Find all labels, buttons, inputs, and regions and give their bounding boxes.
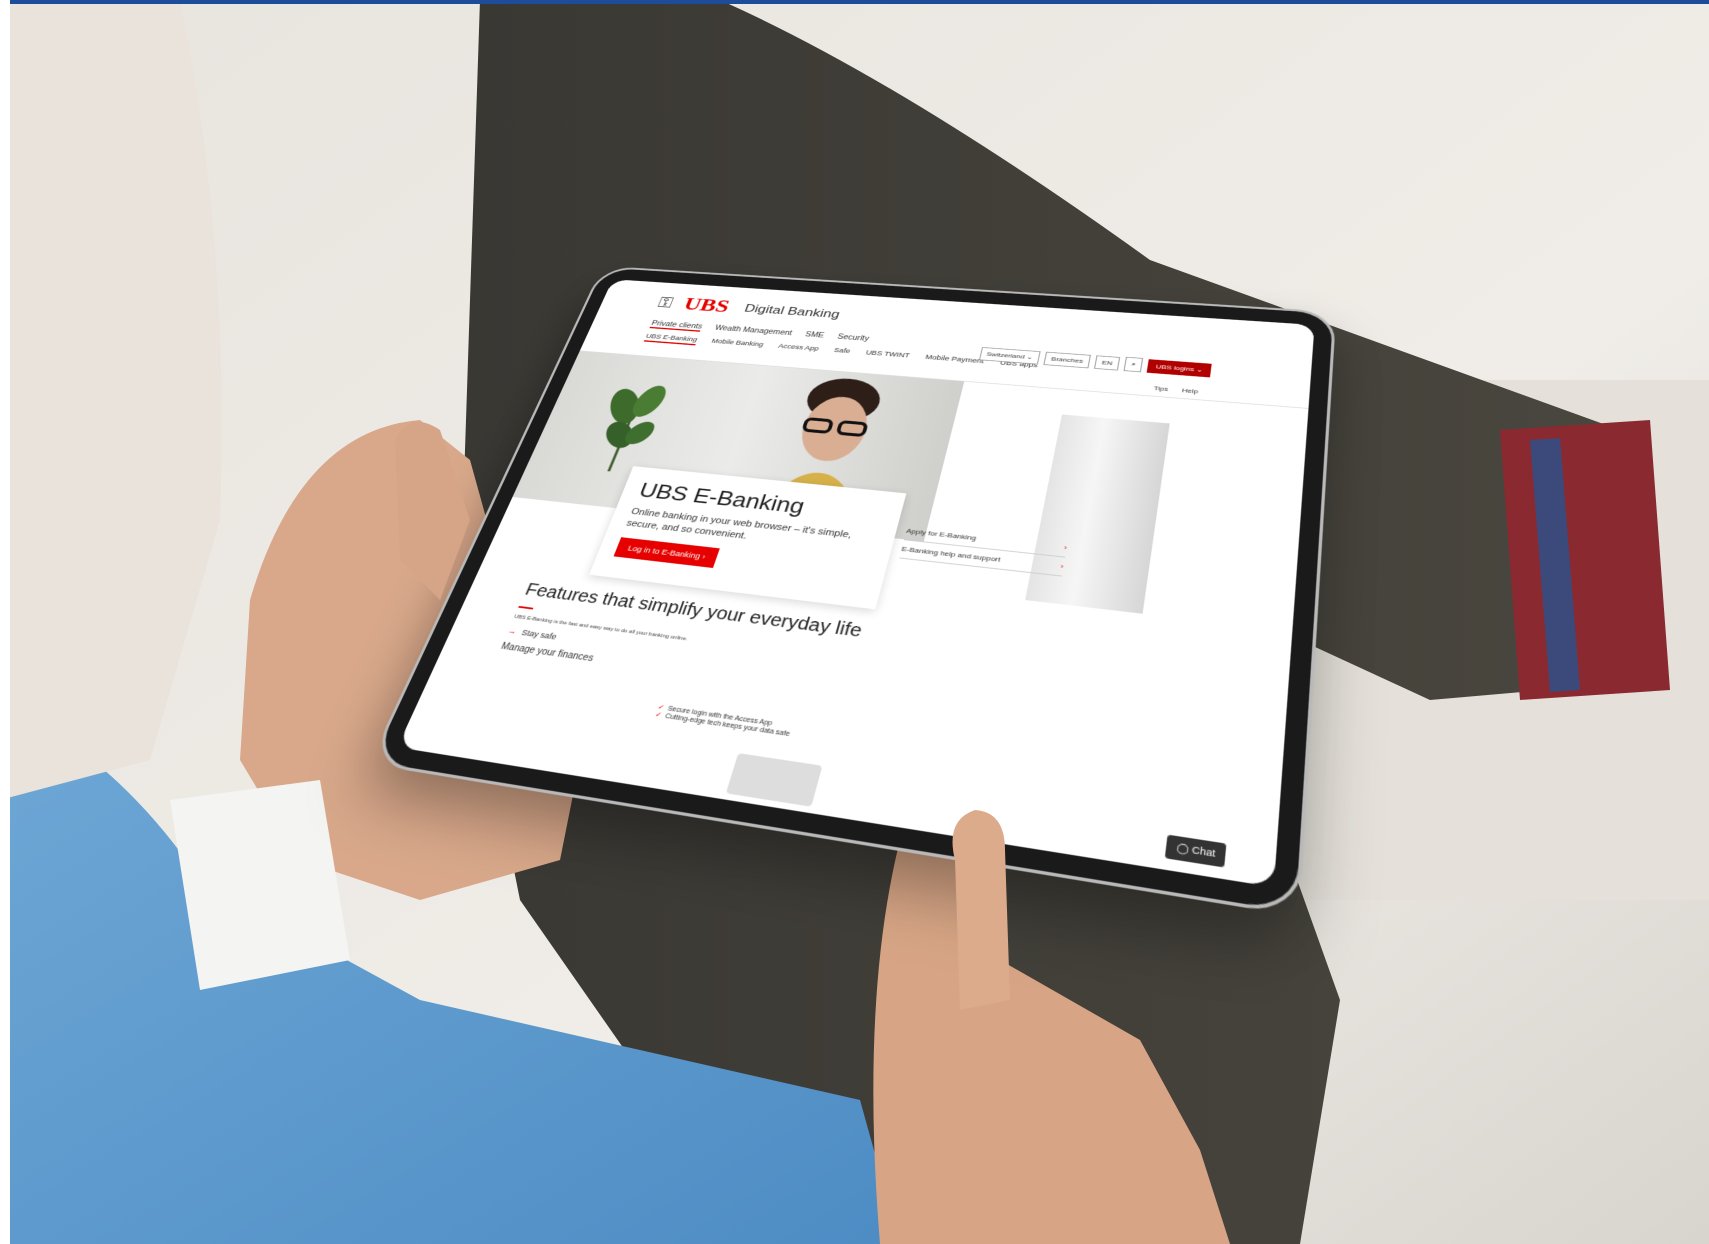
subnav-mobile-banking[interactable]: Mobile Banking: [710, 337, 765, 350]
utility-bar: Switzerland ⌄ Branches EN ⌕ UBS logins ⌄: [978, 346, 1212, 378]
subnav-mobile-payment[interactable]: Mobile Payment: [924, 353, 985, 367]
cta-label: Log in to E-Banking: [626, 543, 702, 561]
feature-checklist: ✓ Secure login with the Access App ✓ Cutti…: [654, 703, 793, 738]
subnav-safe[interactable]: Safe: [832, 347, 851, 358]
left-edge-strip: [0, 0, 10, 1244]
language-button[interactable]: EN: [1093, 355, 1121, 371]
nav-wealth-management[interactable]: Wealth Management: [713, 324, 793, 338]
features-section: Features that simplify your everyday lif…: [499, 580, 1017, 720]
subnav-access-app[interactable]: Access App: [776, 342, 819, 354]
ubs-logins-button[interactable]: UBS logins ⌄: [1147, 358, 1212, 378]
help-link[interactable]: Help: [1182, 387, 1199, 395]
link-label: Apply for E-Banking: [905, 527, 978, 542]
nav-sme[interactable]: SME: [804, 331, 825, 341]
chat-bubble-icon: ◯: [1175, 841, 1190, 855]
nav-private-clients[interactable]: Private clients: [649, 319, 704, 332]
brand-name: UBS: [680, 294, 733, 317]
chevron-down-icon: ⌄: [1025, 353, 1034, 361]
phone-mockup-image: [725, 753, 823, 807]
nav-security[interactable]: Security: [836, 333, 870, 344]
login-e-banking-button[interactable]: Log in to E-Banking ›: [613, 536, 720, 568]
tab-label: Stay safe: [520, 628, 559, 642]
chevron-down-icon: ⌄: [1196, 365, 1204, 373]
door-image: [1025, 414, 1170, 614]
branches-button[interactable]: Branches: [1043, 351, 1091, 368]
checkmark-icon: ✓: [654, 711, 663, 720]
country-label: Switzerland: [986, 350, 1026, 360]
chevron-right-icon: ›: [701, 552, 707, 561]
arrow-right-icon: →: [506, 626, 519, 636]
accent-bar: [518, 605, 534, 610]
help-links: Tips Help: [1153, 385, 1198, 395]
brand-subtitle: Digital Banking: [742, 301, 842, 321]
search-icon[interactable]: ⌕: [1123, 356, 1144, 373]
chat-button[interactable]: ◯ Chat: [1165, 834, 1227, 868]
tips-link[interactable]: Tips: [1153, 385, 1168, 393]
top-edge-line: [0, 0, 1709, 4]
subnav-ubs-e-banking[interactable]: UBS E-Banking: [643, 332, 699, 346]
ubs-logo[interactable]: ⚿ UBS Digital Banking: [655, 293, 843, 326]
login-label: UBS logins: [1155, 362, 1195, 373]
ubs-keys-icon: ⚿: [655, 294, 676, 311]
chat-label: Chat: [1191, 844, 1216, 860]
photo-scene: ⚿ UBS Digital Banking Private clients We…: [0, 0, 1709, 1244]
subnav-ubs-twint[interactable]: UBS TWINT: [864, 349, 910, 362]
